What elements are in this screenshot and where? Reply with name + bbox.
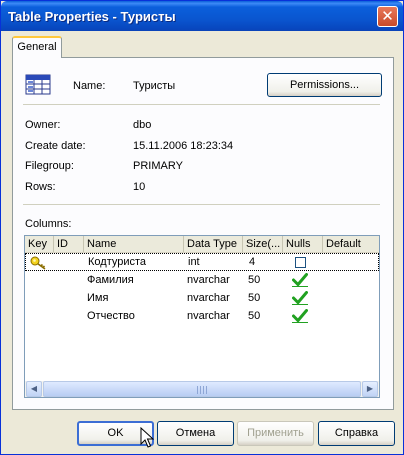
window-title: Table Properties - Туристы — [8, 9, 176, 24]
separator — [23, 204, 380, 205]
help-button[interactable]: Справка — [318, 421, 395, 446]
name-label: Name: — [73, 80, 106, 92]
nulls-checkbox[interactable] — [292, 291, 308, 305]
rows-label: Rows: — [25, 181, 56, 193]
close-button[interactable]: ✕ — [377, 6, 398, 27]
column-header-id[interactable]: ID — [54, 236, 84, 252]
column-data-type: nvarchar — [187, 310, 230, 322]
nulls-checkbox[interactable] — [292, 309, 308, 323]
table-row[interactable]: Фамилия nvarchar 50 — [25, 271, 379, 289]
filegroup-value: PRIMARY — [133, 160, 183, 172]
column-size: 50 — [248, 310, 261, 322]
tab-general[interactable]: General — [12, 36, 62, 58]
table-name-value: Туристы — [133, 80, 176, 92]
column-header-name[interactable]: Name — [84, 236, 184, 252]
filegroup-label: Filegroup: — [25, 160, 74, 172]
column-data-type: nvarchar — [187, 292, 230, 304]
column-header-nulls[interactable]: Nulls — [283, 236, 323, 252]
table-row[interactable]: Имя nvarchar 50 — [25, 289, 379, 307]
columns-grid[interactable]: Key ID Name Data Type Size(... Nulls Def… — [24, 235, 380, 398]
scrollbar-thumb[interactable] — [43, 381, 361, 397]
column-data-type: nvarchar — [187, 274, 230, 286]
column-data-type: int — [188, 256, 200, 268]
column-header-default[interactable]: Default — [323, 236, 379, 252]
key-icon — [30, 256, 46, 270]
column-size: 50 — [248, 292, 261, 304]
separator — [23, 104, 380, 105]
scroll-right-button[interactable]: ▶ — [362, 381, 378, 397]
column-header-key[interactable]: Key — [25, 236, 54, 252]
rows-value: 10 — [133, 181, 146, 193]
create-date-label: Create date: — [25, 140, 86, 152]
scroll-left-button[interactable]: ◀ — [26, 381, 42, 397]
column-size: 4 — [249, 256, 256, 268]
mouse-cursor-icon — [140, 427, 154, 448]
title-bar[interactable]: Table Properties - Туристы ✕ — [1, 1, 403, 31]
columns-label: Columns: — [25, 218, 72, 230]
scrollbar-grip — [197, 386, 209, 394]
column-name: Отчество — [87, 310, 135, 322]
column-size: 50 — [248, 274, 261, 286]
horizontal-scrollbar[interactable]: ◀ ▶ — [25, 381, 379, 397]
nulls-checkbox[interactable] — [292, 273, 308, 287]
column-name: Имя — [87, 292, 109, 304]
column-header-size[interactable]: Size(... — [243, 236, 283, 252]
permissions-button[interactable]: Permissions... — [267, 73, 382, 97]
grid-header: Key ID Name Data Type Size(... Nulls Def… — [25, 236, 379, 253]
column-name: Кодтуриста — [88, 256, 147, 268]
create-date-value: 15.11.2006 18:23:34 — [133, 140, 234, 152]
column-name: Фамилия — [87, 274, 134, 286]
apply-button[interactable]: Применить — [237, 421, 314, 446]
table-row[interactable]: Кодтуриста int 4 — [25, 253, 379, 271]
owner-value: dbo — [133, 119, 152, 131]
nulls-checkbox[interactable] — [295, 257, 306, 268]
table-icon — [25, 74, 51, 95]
cancel-button[interactable]: Отмена — [157, 421, 234, 446]
column-header-data-type[interactable]: Data Type — [184, 236, 243, 252]
owner-label: Owner: — [25, 119, 61, 131]
table-row[interactable]: Отчество nvarchar 50 — [25, 307, 379, 325]
